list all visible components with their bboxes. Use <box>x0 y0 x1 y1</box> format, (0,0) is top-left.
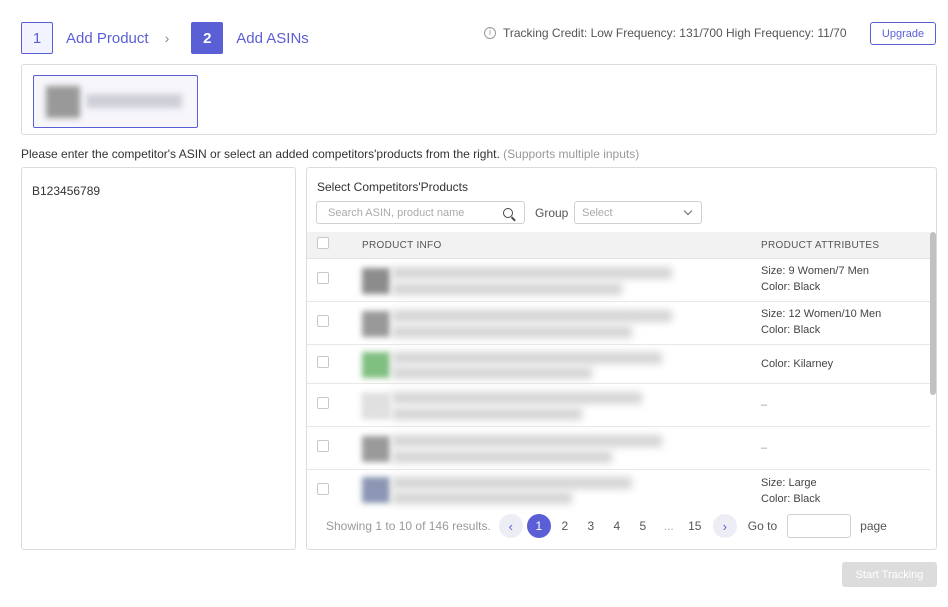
tracking-credit: i Tracking Credit: Low Frequency: 131/70… <box>484 26 847 40</box>
product-subtitle-blurred <box>392 326 632 338</box>
table-row[interactable]: – <box>307 427 930 470</box>
product-title-blurred <box>392 435 662 447</box>
attr-line-2: Color: Black <box>761 493 821 505</box>
search-input[interactable] <box>317 206 497 219</box>
select-all-checkbox[interactable] <box>317 237 329 249</box>
product-title-blurred <box>86 94 182 108</box>
pagination: Showing 1 to 10 of 146 results. ‹ 1 2 3 … <box>326 514 926 538</box>
tracking-credit-text: Tracking Credit: Low Frequency: 131/700 … <box>503 26 847 40</box>
group-select-placeholder: Select <box>582 206 613 219</box>
row-checkbox[interactable] <box>317 483 329 495</box>
page-4-button[interactable]: 4 <box>604 519 630 533</box>
product-subtitle-blurred <box>392 367 592 379</box>
step-2-label: Add ASINs <box>236 29 309 47</box>
product-attributes: Size: Large Color: Black <box>761 475 820 507</box>
prev-page-button[interactable]: ‹ <box>498 514 523 538</box>
page-15-button[interactable]: 15 <box>682 519 708 533</box>
pagination-result-text: Showing 1 to 10 of 146 results. <box>326 519 491 533</box>
selected-product-card[interactable] <box>33 75 198 128</box>
competitors-panel: Select Competitors'Products Group Select… <box>306 167 937 550</box>
goto-page-input[interactable] <box>787 514 852 538</box>
product-thumbnail <box>362 436 390 462</box>
attr-line-2: Color: Black <box>761 324 821 336</box>
table-row[interactable]: Color: Kilarney <box>307 345 930 384</box>
product-attributes: Size: 9 Women/7 Men Color: Black <box>761 263 869 295</box>
next-page-button[interactable]: › <box>712 514 737 538</box>
product-attributes: – <box>761 399 768 411</box>
page-ellipsis: ... <box>663 519 674 533</box>
attr-line-1: Size: 9 Women/7 Men <box>761 265 870 277</box>
attr-line-1: Size: Large <box>761 477 817 489</box>
step-1-label[interactable]: Add Product <box>66 30 149 47</box>
selected-product-box <box>21 64 937 135</box>
info-icon[interactable]: i <box>484 27 496 39</box>
product-subtitle-blurred <box>392 451 612 463</box>
product-subtitle-blurred <box>392 492 572 504</box>
start-tracking-button[interactable]: Start Tracking <box>842 562 937 587</box>
goto-label: Go to <box>747 519 778 533</box>
product-subtitle-blurred <box>392 408 582 420</box>
product-attributes: – <box>761 442 768 454</box>
row-checkbox[interactable] <box>317 440 329 452</box>
row-checkbox[interactable] <box>317 272 329 284</box>
column-product-info: PRODUCT INFO <box>362 240 442 251</box>
search-box <box>316 201 525 224</box>
instruction-main: Please enter the competitor's ASIN or se… <box>21 147 500 161</box>
product-subtitle-blurred <box>392 283 622 295</box>
product-thumbnail <box>362 311 390 337</box>
product-thumbnail <box>362 352 390 378</box>
table-row[interactable]: Size: 9 Women/7 Men Color: Black <box>307 259 930 302</box>
page-3-button[interactable]: 3 <box>578 519 604 533</box>
product-title-blurred <box>392 267 672 279</box>
attr-line-1: Size: 12 Women/10 Men <box>761 308 882 320</box>
product-thumbnail <box>46 86 80 118</box>
page-label: page <box>860 519 887 533</box>
product-thumbnail <box>362 268 390 294</box>
steps-indicator: 1 Add Product › 2 Add ASINs <box>21 22 309 54</box>
product-thumbnail <box>362 393 390 419</box>
product-thumbnail <box>362 477 390 503</box>
product-title-blurred <box>392 352 662 364</box>
search-icon[interactable] <box>503 208 513 218</box>
instruction-hint: (Supports multiple inputs) <box>503 147 640 161</box>
table-scrollbar[interactable] <box>930 232 936 395</box>
page-5-button[interactable]: 5 <box>630 519 656 533</box>
product-title-blurred <box>392 392 642 404</box>
table-row[interactable]: – <box>307 384 930 427</box>
upgrade-button[interactable]: Upgrade <box>870 22 936 45</box>
group-select[interactable]: Select <box>574 201 702 224</box>
step-1-number[interactable]: 1 <box>21 22 53 54</box>
product-title-blurred <box>392 477 632 489</box>
chevron-right-icon: › <box>164 30 170 46</box>
chevron-down-icon <box>683 206 693 216</box>
asin-input-box <box>21 167 296 550</box>
competitors-title: Select Competitors'Products <box>317 180 469 194</box>
column-product-attributes: PRODUCT ATTRIBUTES <box>761 240 880 251</box>
product-attributes: Size: 12 Women/10 Men Color: Black <box>761 306 881 338</box>
row-checkbox[interactable] <box>317 315 329 327</box>
row-checkbox[interactable] <box>317 356 329 368</box>
table-row[interactable]: Size: Large Color: Black <box>307 470 930 510</box>
attr-line-2: Color: Black <box>761 281 821 293</box>
product-attributes: Color: Kilarney <box>761 356 833 372</box>
table-row[interactable]: Size: 12 Women/10 Men Color: Black <box>307 302 930 345</box>
instruction-text: Please enter the competitor's ASIN or se… <box>21 147 639 161</box>
product-title-blurred <box>392 310 672 322</box>
page-2-button[interactable]: 2 <box>552 519 578 533</box>
table-header: PRODUCT INFO PRODUCT ATTRIBUTES <box>307 232 930 259</box>
row-checkbox[interactable] <box>317 397 329 409</box>
attr-line-1: Color: Kilarney <box>761 358 834 370</box>
asin-textarea[interactable] <box>32 184 285 533</box>
step-2-number: 2 <box>191 22 224 54</box>
group-label: Group <box>535 206 569 220</box>
page-1-button[interactable]: 1 <box>526 514 551 538</box>
